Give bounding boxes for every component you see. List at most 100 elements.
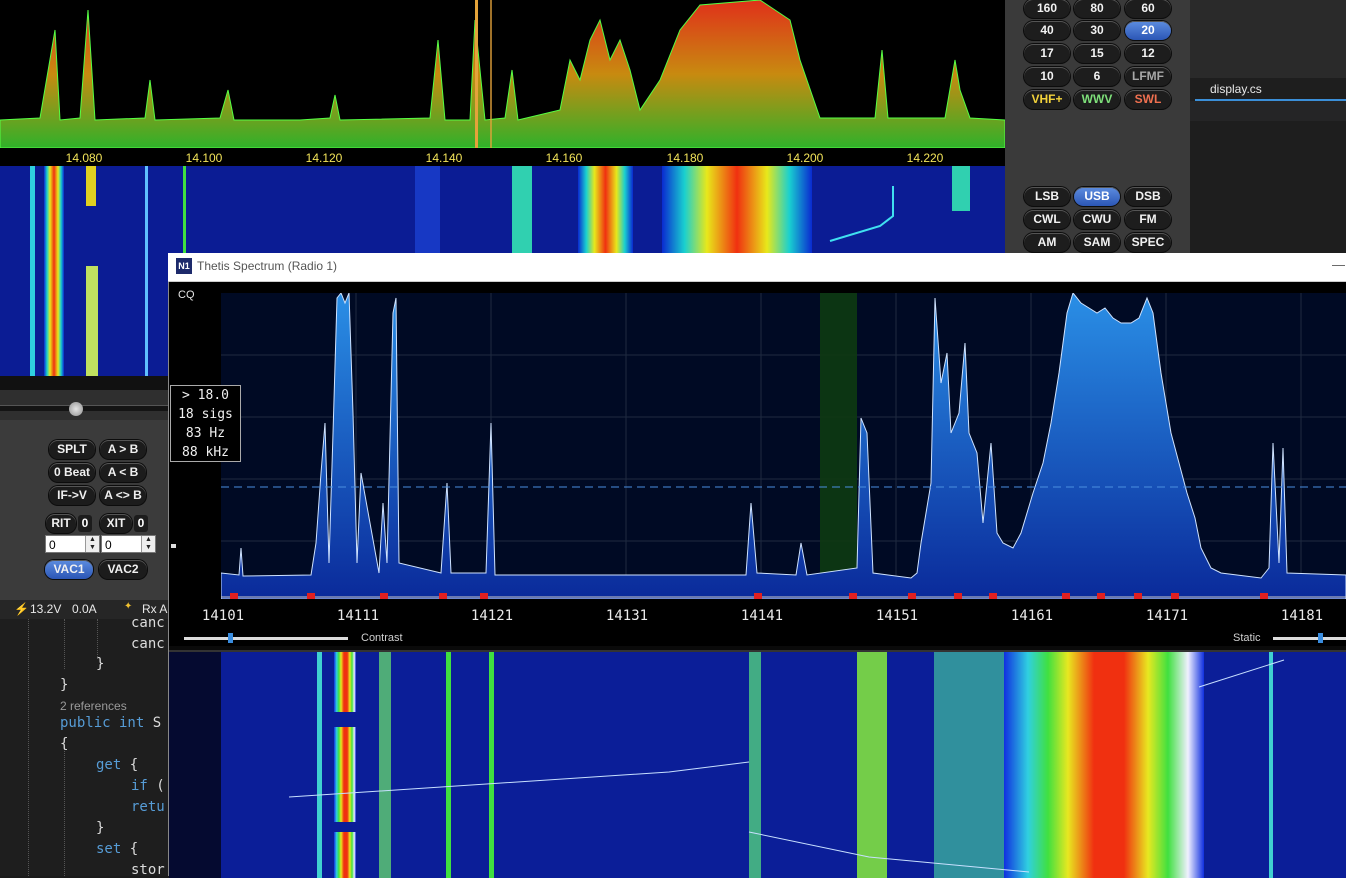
indent-guide: [97, 619, 98, 659]
span-readout: 88 kHz: [182, 445, 229, 460]
top-freq-tick: 14.220: [906, 151, 944, 165]
static-slider-thumb[interactable]: [1318, 633, 1324, 643]
signal-count-readout: 18 sigs: [178, 407, 233, 422]
code-line: set {: [96, 841, 138, 857]
contrast-label: Contrast: [361, 632, 403, 644]
background-spectrum-display[interactable]: [0, 0, 1005, 148]
signal-stats-box: > 18.0 18 sigs 83 Hz 88 kHz: [170, 385, 241, 462]
editor-toolbar: [1190, 0, 1346, 78]
code-keyword: get: [96, 757, 122, 773]
freq-tick-label: 14131: [605, 608, 649, 624]
freq-tick-label: 14181: [1280, 608, 1324, 624]
cq-label: CQ: [178, 289, 195, 301]
mode-fm-button[interactable]: FM: [1125, 210, 1171, 229]
a-swap-b-button[interactable]: A <> B: [100, 486, 146, 505]
band-30-button[interactable]: 30: [1074, 21, 1120, 40]
rit-spin-arrows-icon[interactable]: ▲ ▼: [85, 536, 99, 552]
slider-knob[interactable]: [69, 402, 83, 416]
band-vhf-button[interactable]: VHF+: [1024, 90, 1070, 109]
band-20-button[interactable]: 20: [1125, 21, 1171, 40]
spectrum-plot[interactable]: [221, 293, 1346, 599]
vac1-button[interactable]: VAC1: [45, 560, 93, 579]
band-17-button[interactable]: 17: [1024, 44, 1070, 63]
level-marker[interactable]: [171, 544, 176, 548]
rit-button[interactable]: RIT: [46, 514, 76, 533]
band-10-button[interactable]: 10: [1024, 67, 1070, 86]
xit-offset-input[interactable]: 0 ▲ ▼: [101, 535, 156, 553]
top-freq-tick: 14.100: [185, 151, 223, 165]
contrast-slider-thumb[interactable]: [227, 633, 233, 643]
code-line: canc: [131, 636, 165, 652]
code-line: if (: [131, 778, 165, 794]
top-freq-tick: 14.200: [786, 151, 824, 165]
waterfall-display[interactable]: [169, 650, 1346, 878]
zero-beat-button[interactable]: 0 Beat: [49, 463, 95, 482]
indent-guide: [28, 619, 29, 876]
status-bar: ⚡ 13.2V 0.0A ✦ Rx A: [0, 600, 168, 619]
background-frequency-scale: 14.080 14.100 14.120 14.140 14.160 14.18…: [0, 148, 1005, 166]
rit-offset-input[interactable]: 0 ▲ ▼: [45, 535, 100, 553]
mode-am-button[interactable]: AM: [1024, 233, 1070, 252]
code-text: S: [144, 715, 162, 731]
xit-spin-arrows-icon[interactable]: ▲ ▼: [141, 536, 155, 552]
code-line: }: [96, 656, 105, 672]
xit-button[interactable]: XIT: [100, 514, 132, 533]
contrast-slider[interactable]: [184, 637, 348, 640]
vac2-button[interactable]: VAC2: [99, 560, 147, 579]
top-freq-tick: 14.120: [305, 151, 343, 165]
minimize-button[interactable]: —: [1332, 257, 1345, 272]
code-line: get {: [96, 757, 138, 773]
band-160-button[interactable]: 160: [1024, 0, 1070, 18]
mode-cwl-button[interactable]: CWL: [1024, 210, 1070, 229]
bin-width-readout: 83 Hz: [185, 426, 226, 441]
indent-guide: [64, 749, 65, 876]
divider: [0, 376, 168, 390]
app-logo-icon: N1: [176, 258, 192, 274]
code-line: {: [60, 736, 69, 752]
code-line: retu: [131, 799, 165, 815]
window-title: Thetis Spectrum (Radio 1): [197, 259, 338, 273]
band-80-button[interactable]: 80: [1074, 0, 1120, 18]
mode-usb-button[interactable]: USB: [1074, 187, 1120, 206]
band-mode-panel: 160 80 60 40 30 20 17 15 12 10 6 LFMF VH…: [1005, 0, 1190, 253]
b-to-a-button[interactable]: A < B: [100, 463, 146, 482]
code-editor[interactable]: canc canc } } 2 references public int S …: [0, 619, 168, 876]
band-12-button[interactable]: 12: [1125, 44, 1171, 63]
tab-display-cs[interactable]: display.cs: [1210, 82, 1262, 96]
mode-spec-button[interactable]: SPEC: [1125, 233, 1171, 252]
top-freq-tick: 14.160: [545, 151, 583, 165]
top-freq-tick: 14.140: [425, 151, 463, 165]
mode-dsb-button[interactable]: DSB: [1125, 187, 1171, 206]
mode-cwu-button[interactable]: CWU: [1074, 210, 1120, 229]
band-60-button[interactable]: 60: [1125, 0, 1171, 18]
window-titlebar[interactable]: [168, 253, 1346, 282]
top-freq-tick: 14.180: [666, 151, 704, 165]
freq-tick-label: 14161: [1010, 608, 1054, 624]
rit-value: 0: [78, 515, 92, 532]
code-keyword: if: [131, 778, 148, 794]
code-line: }: [60, 677, 69, 693]
waterfall-graph: [169, 652, 1346, 878]
if-to-v-button[interactable]: IF->V: [49, 486, 95, 505]
band-40-button[interactable]: 40: [1024, 21, 1070, 40]
band-15-button[interactable]: 15: [1074, 44, 1120, 63]
editor-tab-strip: [1190, 101, 1346, 121]
selection-band[interactable]: [820, 293, 857, 599]
mode-sam-button[interactable]: SAM: [1074, 233, 1120, 252]
code-text: {: [121, 841, 139, 857]
static-slider[interactable]: [1273, 637, 1346, 640]
band-swl-button[interactable]: SWL: [1125, 90, 1171, 109]
band-wwv-button[interactable]: WWV: [1074, 90, 1120, 109]
code-line: public int S: [60, 715, 161, 731]
a-to-b-button[interactable]: A > B: [100, 440, 146, 459]
band-lfmf-button[interactable]: LFMF: [1125, 67, 1171, 86]
slider-track[interactable]: [0, 405, 168, 411]
code-references[interactable]: 2 references: [60, 699, 127, 713]
background-spectrum-graph: [0, 0, 1005, 148]
vfo-control-panel: SPLT A > B 0 Beat A < B IF->V A <> B RIT…: [0, 420, 168, 600]
split-button[interactable]: SPLT: [49, 440, 95, 459]
mode-lsb-button[interactable]: LSB: [1024, 187, 1070, 206]
code-keyword: public int: [60, 715, 145, 731]
top-freq-tick: 14.080: [65, 151, 103, 165]
band-6-button[interactable]: 6: [1074, 67, 1120, 86]
